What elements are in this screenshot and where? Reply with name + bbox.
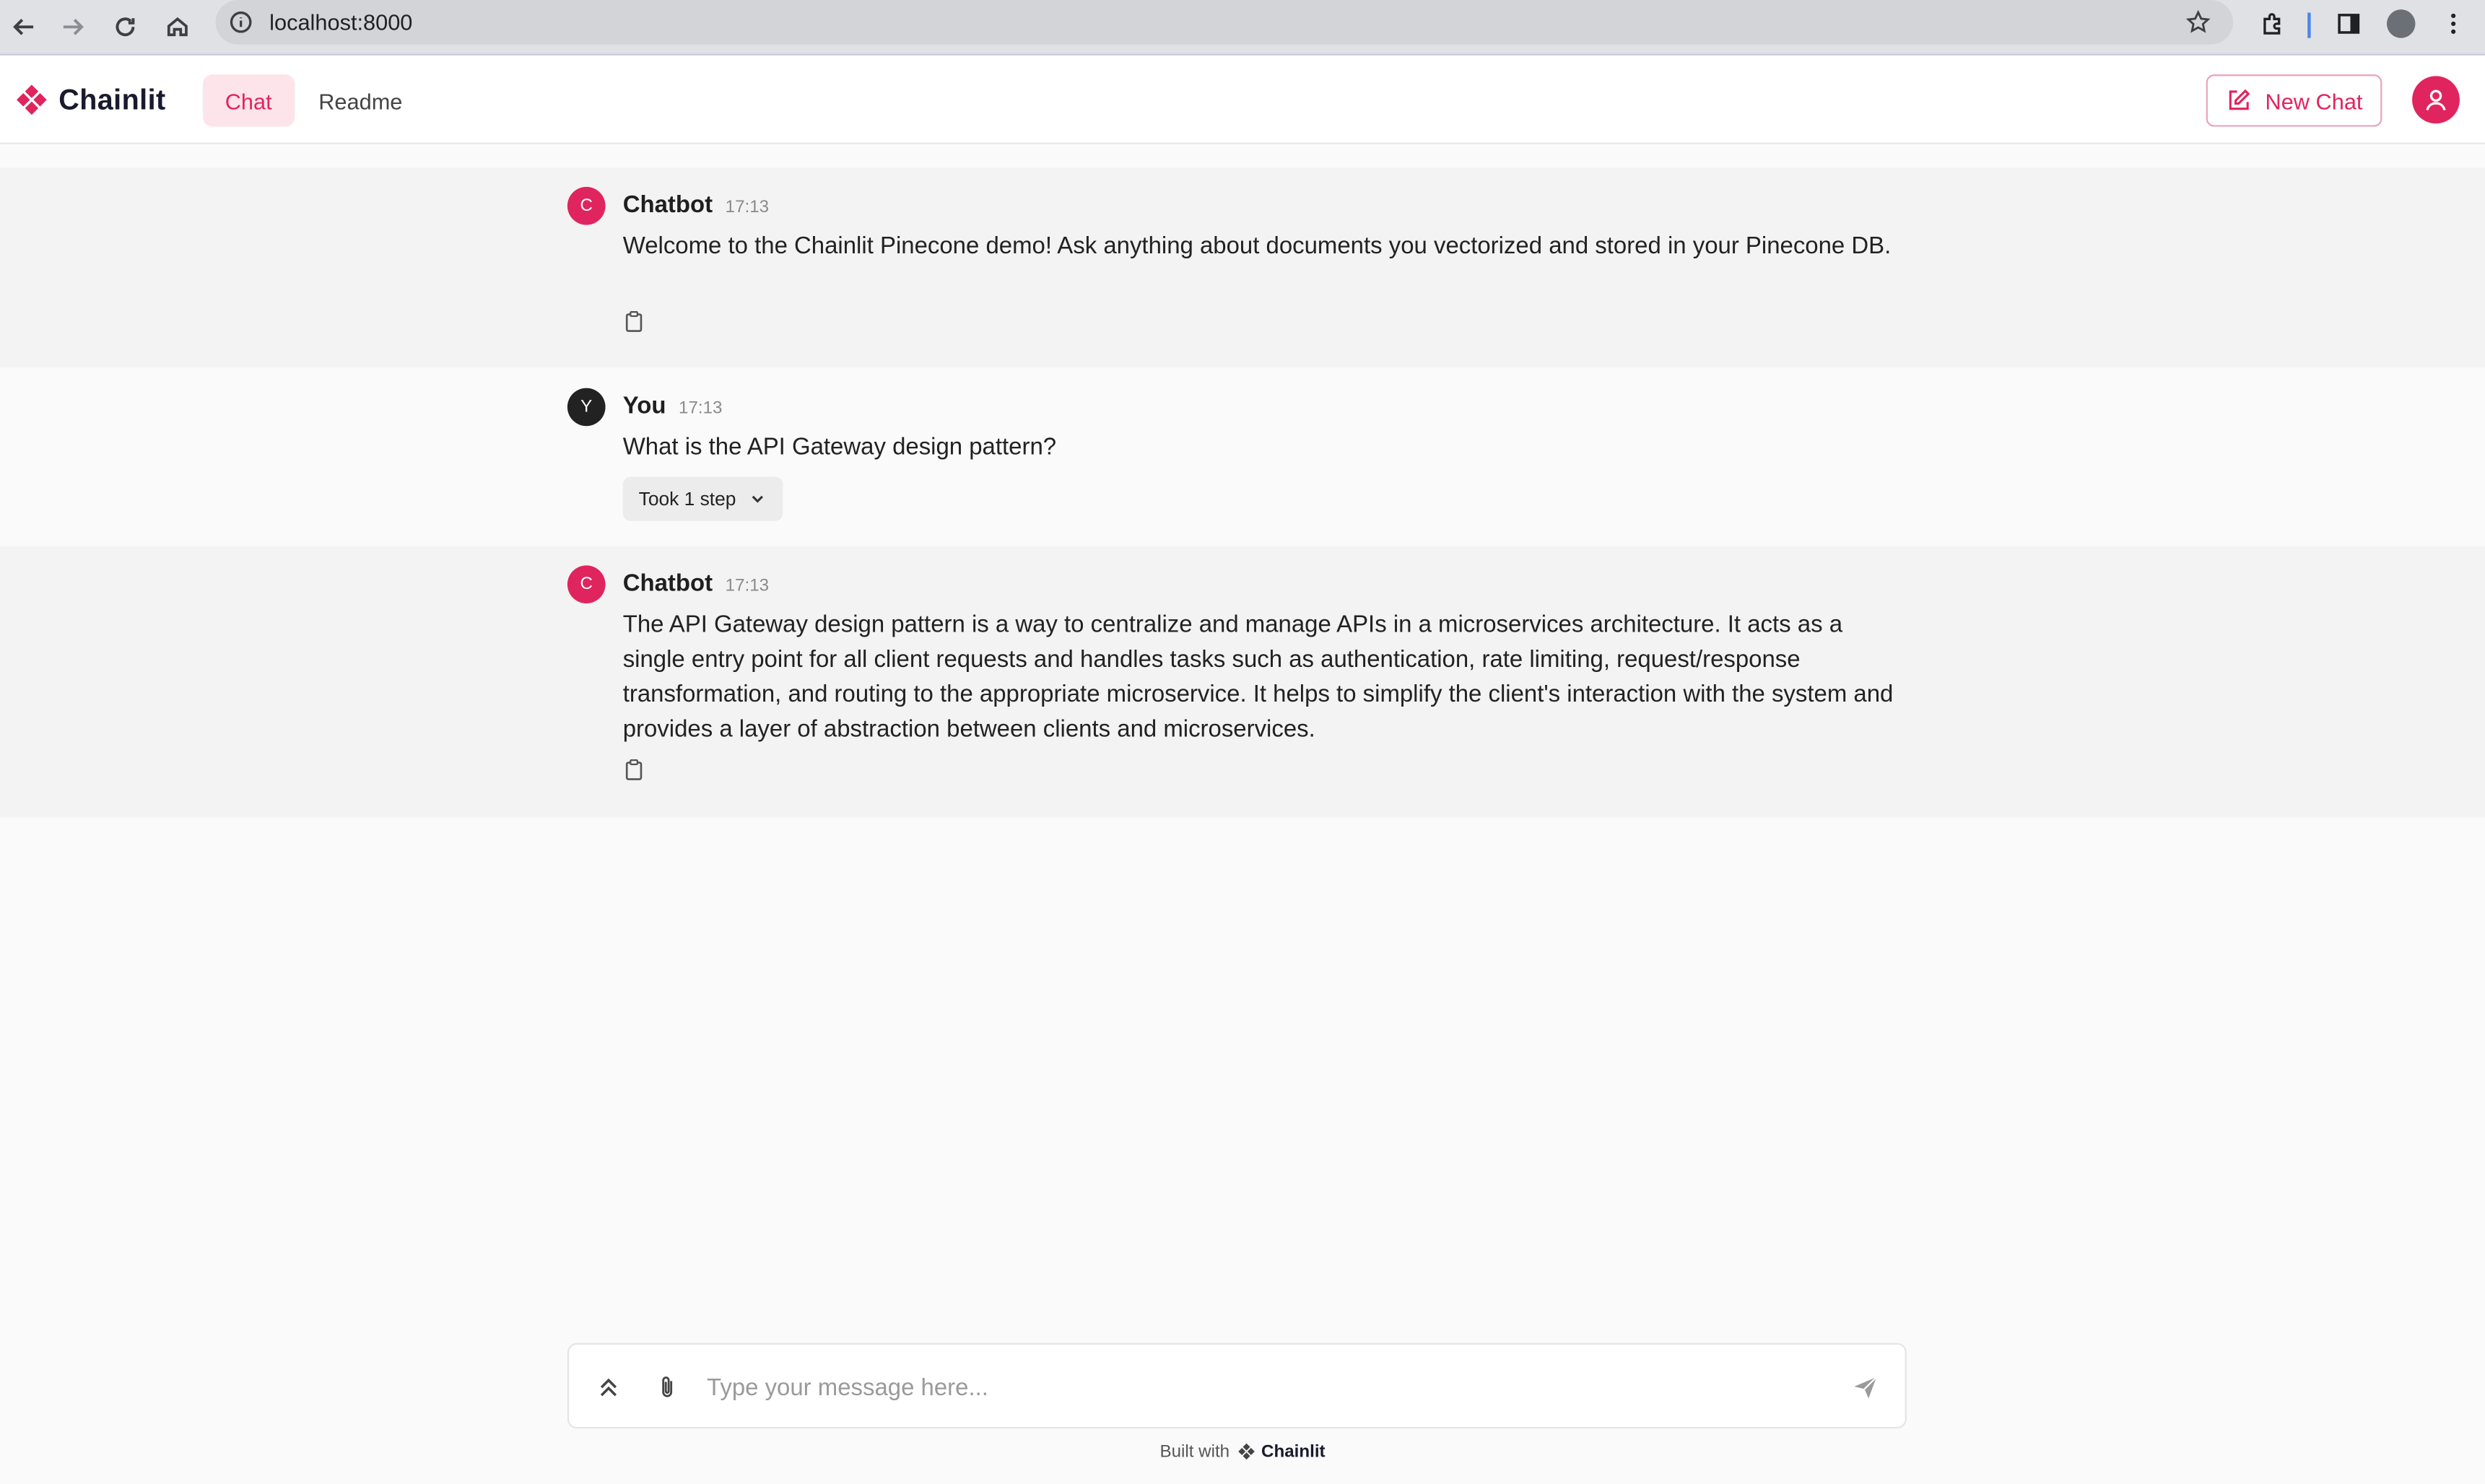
message-input[interactable] [707,1366,1816,1408]
author-name: You [622,393,666,420]
footer-brand[interactable]: Chainlit [1261,1442,1326,1461]
back-arrow-icon[interactable] [3,6,44,48]
site-info-icon[interactable] [228,9,253,35]
user-account-button[interactable] [2412,76,2460,124]
chevron-down-icon [752,495,764,503]
more-menu-icon[interactable] [2437,8,2469,40]
toolbar-divider [2307,12,2311,38]
brand-name: Chainlit [58,83,166,115]
bookmark-star-icon[interactable] [2185,9,2211,35]
user-avatar: Y [567,388,606,427]
profile-avatar[interactable] [2385,8,2417,40]
message-time: 17:13 [679,398,723,419]
url-text[interactable]: localhost:8000 [269,9,412,35]
copy-clipboard-icon[interactable] [623,310,645,333]
chainlit-logo[interactable]: Chainlit [13,81,166,119]
browser-toolbar: localhost:8000 [0,0,2485,56]
app-root: localhost:8000 Chainlit Chat Readme New … [0,0,2485,1484]
message-text: What is the API Gateway design pattern? [622,434,1057,461]
author-name: Chatbot [622,569,713,598]
steps-label: Took 1 step [638,487,736,510]
send-icon[interactable] [1850,1371,1881,1403]
message-text: The API Gateway design pattern is a way … [622,611,1894,743]
chatbot-avatar: C [567,186,606,225]
address-bar[interactable]: localhost:8000 [215,0,2234,45]
home-icon[interactable] [157,6,198,48]
edit-square-icon [2229,89,2250,110]
chainlit-logo-icon [1237,1443,1255,1460]
built-with-text: Built with [1159,1441,1230,1462]
chainlit-logo-icon [17,84,47,115]
built-with-footer: Built with Chainlit [0,1441,2485,1462]
tab-chat[interactable]: Chat [202,74,295,127]
reload-icon[interactable] [105,6,146,48]
new-chat-button[interactable]: New Chat [2206,74,2382,127]
message-author: Chatbot 17:13 [623,191,769,218]
message-time: 17:13 [725,576,770,596]
copy-clipboard-icon[interactable] [623,759,645,781]
author-name: Chatbot [622,191,713,219]
message-row-bot-2: C Chatbot 17:13 The API Gateway design pa… [0,546,2485,818]
message-text: Welcome to the Chainlit Pinecone demo! A… [622,232,1892,260]
new-chat-label: New Chat [2265,87,2363,113]
app-header: Chainlit Chat Readme New Chat [0,55,2485,144]
tab-readme[interactable]: Readme [297,74,425,126]
side-panel-icon[interactable] [2333,8,2364,40]
extensions-puzzle-icon[interactable] [2257,8,2289,40]
user-icon [2426,90,2446,111]
chatbot-avatar: C [567,565,606,603]
profile-photo-icon [2386,9,2416,38]
double-chevron-up-icon[interactable] [593,1371,624,1403]
message-author: Chatbot 17:13 [623,570,769,597]
message-time: 17:13 [725,198,770,217]
message-row-bot-1: C Chatbot 17:13 Welcome to the Chainlit P… [0,167,2485,368]
forward-arrow-icon[interactable] [52,6,93,48]
message-row-user: Y You 17:13 What is the API Gateway desig… [0,367,2485,546]
message-composer [567,1343,1907,1429]
steps-toggle-button[interactable]: Took 1 step [622,476,784,521]
paperclip-attach-icon[interactable] [651,1371,683,1403]
message-author: You 17:13 [623,393,723,419]
